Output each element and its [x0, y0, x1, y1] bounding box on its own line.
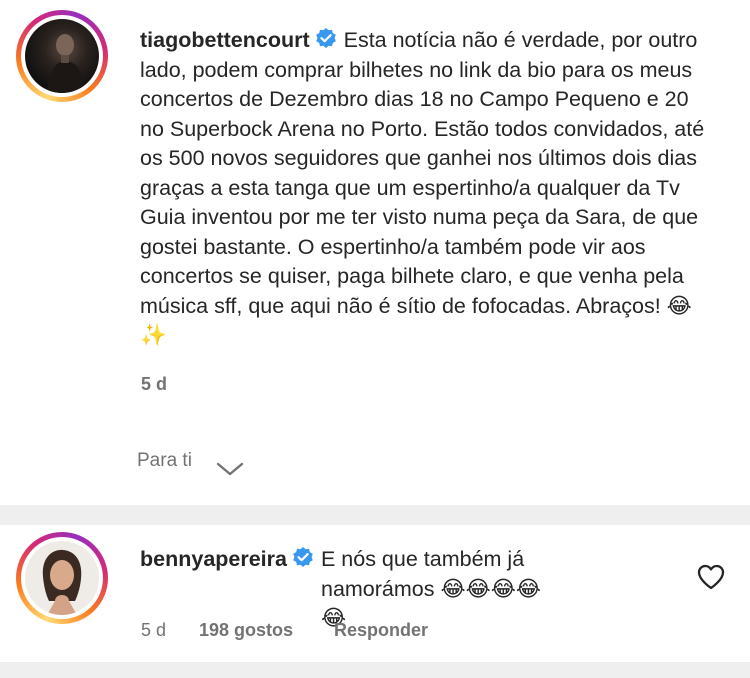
- section-divider: [0, 662, 750, 678]
- comment-text: Esta notícia não é verdade, por outro la…: [140, 28, 705, 347]
- comment-time: 5 d: [141, 620, 167, 640]
- avatar-story-ring[interactable]: [16, 10, 108, 102]
- comment-username[interactable]: bennyapereira: [140, 547, 287, 571]
- comment-tiagobettencourt: tiagobettencourt Esta notícia não é verd…: [0, 0, 750, 505]
- comment-body: tiagobettencourt Esta notícia não é verd…: [140, 26, 710, 351]
- avatar-story-ring[interactable]: [16, 532, 108, 624]
- verified-badge-icon: [293, 547, 313, 567]
- heart-icon[interactable]: [697, 564, 725, 590]
- avatar[interactable]: [25, 541, 99, 615]
- likes-count[interactable]: 198 gostos: [199, 620, 293, 641]
- comment-time: 5 d: [141, 374, 168, 394]
- chevron-down-icon[interactable]: [216, 461, 244, 477]
- reply-button[interactable]: Responder: [334, 620, 428, 641]
- sort-filter-label[interactable]: Para ti: [137, 450, 192, 472]
- avatar-portrait: [25, 541, 99, 615]
- section-divider: [0, 505, 750, 525]
- avatar[interactable]: [25, 19, 99, 93]
- comment-username[interactable]: tiagobettencourt: [140, 28, 310, 52]
- avatar-silhouette: [47, 34, 85, 93]
- verified-badge-icon: [315, 28, 336, 48]
